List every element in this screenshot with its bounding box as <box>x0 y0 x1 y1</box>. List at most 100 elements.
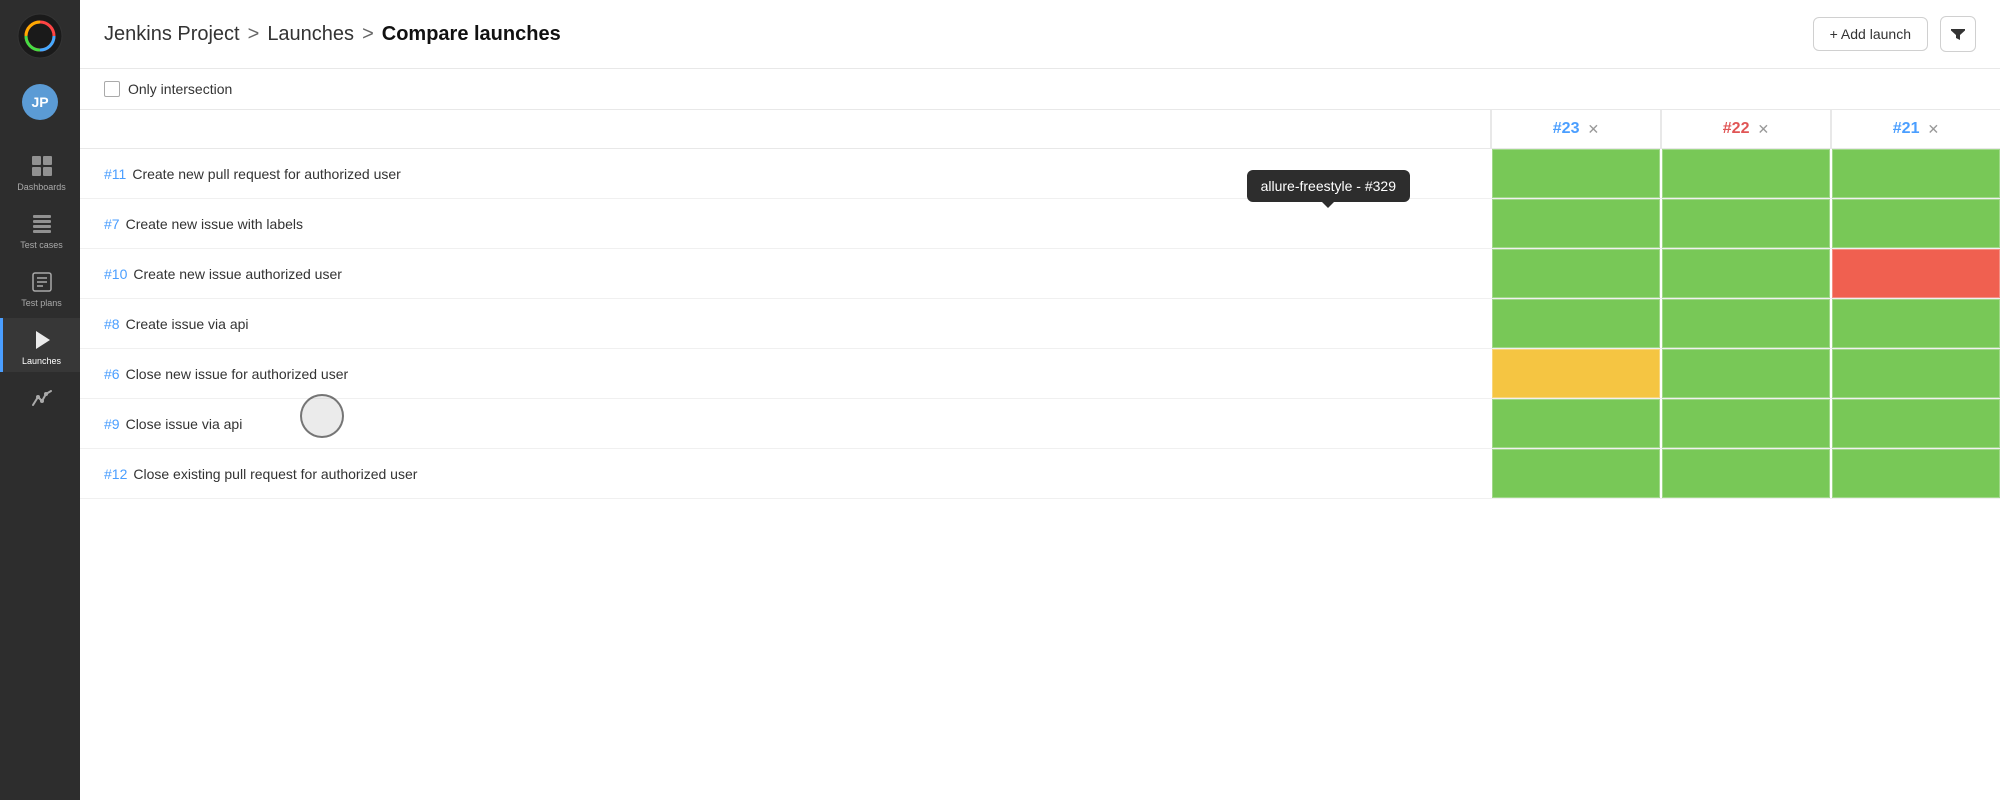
cell-11-21[interactable] <box>1830 149 2000 198</box>
header-actions: + Add launch <box>1813 16 1976 52</box>
test-name-11: Create new pull request for authorized u… <box>132 166 400 182</box>
breadcrumb: Jenkins Project > Launches > Compare lau… <box>104 23 561 46</box>
cell-9-23[interactable] <box>1490 399 1660 448</box>
launch-header-22: #22 ✕ allure-freestyle - #329 <box>1660 110 1830 148</box>
avatar[interactable]: JP <box>22 84 58 120</box>
test-id-11[interactable]: #11 <box>104 166 126 182</box>
row-left-3: #10 Create new issue authorized user <box>80 249 1490 298</box>
header-launches: #23 ✕ #22 ✕ allure-freestyle - #329 #21 … <box>1490 110 2000 148</box>
app-logo[interactable] <box>16 12 64 60</box>
row-left-5: #6 Close new issue for authorized user <box>80 349 1490 398</box>
test-name-10: Create new issue authorized user <box>133 266 342 282</box>
cell-10-21[interactable] <box>1830 249 2000 298</box>
compare-table: #23 ✕ #22 ✕ allure-freestyle - #329 #21 … <box>80 110 2000 800</box>
test-plans-icon <box>30 270 54 294</box>
cell-9-22[interactable] <box>1660 399 1830 448</box>
main-content: Jenkins Project > Launches > Compare lau… <box>80 0 2000 800</box>
row-right-6 <box>1490 399 2000 448</box>
launch-id-22[interactable]: #22 <box>1723 120 1750 138</box>
table-header: #23 ✕ #22 ✕ allure-freestyle - #329 #21 … <box>80 110 2000 149</box>
row-right-5 <box>1490 349 2000 398</box>
test-name-9: Close issue via api <box>126 416 243 432</box>
cell-8-23[interactable] <box>1490 299 1660 348</box>
breadcrumb-sep2: > <box>362 23 374 46</box>
cell-7-22[interactable] <box>1660 199 1830 248</box>
test-name-8: Create issue via api <box>126 316 249 332</box>
row-right-1 <box>1490 149 2000 198</box>
row-left-6: #9 Close issue via api <box>80 399 1490 448</box>
test-id-7[interactable]: #7 <box>104 216 120 232</box>
row-right-2 <box>1490 199 2000 248</box>
cell-10-22[interactable] <box>1660 249 1830 298</box>
close-launch-21[interactable]: ✕ <box>1927 121 1939 138</box>
test-id-8[interactable]: #8 <box>104 316 120 332</box>
sidebar-item-label: Test cases <box>20 240 63 250</box>
test-id-9[interactable]: #9 <box>104 416 120 432</box>
close-launch-22[interactable]: ✕ <box>1757 121 1769 138</box>
page-header: Jenkins Project > Launches > Compare lau… <box>80 0 2000 69</box>
analytics-icon <box>30 386 54 410</box>
table-row: #8 Create issue via api <box>80 299 2000 349</box>
row-left-4: #8 Create issue via api <box>80 299 1490 348</box>
only-intersection-checkbox[interactable] <box>104 81 120 97</box>
launch-header-23: #23 ✕ <box>1490 110 1660 148</box>
launch-id-21[interactable]: #21 <box>1893 120 1920 138</box>
only-intersection-text: Only intersection <box>128 81 232 97</box>
sidebar-item-label: Dashboards <box>17 182 66 192</box>
cell-12-23[interactable] <box>1490 449 1660 498</box>
row-right-4 <box>1490 299 2000 348</box>
add-launch-button[interactable]: + Add launch <box>1813 17 1928 51</box>
table-row: #11 Create new pull request for authoriz… <box>80 149 2000 199</box>
cell-6-22[interactable] <box>1660 349 1830 398</box>
test-id-10[interactable]: #10 <box>104 266 127 282</box>
only-intersection-label[interactable]: Only intersection <box>104 81 232 97</box>
sidebar-item-label: Test plans <box>21 298 62 308</box>
cell-7-21[interactable] <box>1830 199 2000 248</box>
cell-11-23[interactable] <box>1490 149 1660 198</box>
table-row: #6 Close new issue for authorized user <box>80 349 2000 399</box>
cell-6-21[interactable] <box>1830 349 2000 398</box>
close-launch-23[interactable]: ✕ <box>1587 121 1599 138</box>
test-id-6[interactable]: #6 <box>104 366 120 382</box>
sidebar-item-test-plans[interactable]: Test plans <box>0 260 80 314</box>
filter-button[interactable] <box>1940 16 1976 52</box>
row-right-3 <box>1490 249 2000 298</box>
filter-bar: Only intersection <box>80 69 2000 110</box>
sidebar: JP Dashboards <box>0 0 80 800</box>
test-cases-icon <box>30 212 54 236</box>
sidebar-nav: Dashboards Test cases <box>0 144 80 420</box>
row-right-7 <box>1490 449 2000 498</box>
table-row: #9 Close issue via api <box>80 399 2000 449</box>
dashboard-icon <box>30 154 54 178</box>
cell-7-23[interactable] <box>1490 199 1660 248</box>
test-id-12[interactable]: #12 <box>104 466 127 482</box>
cell-10-23[interactable] <box>1490 249 1660 298</box>
test-name-7: Create new issue with labels <box>126 216 303 232</box>
breadcrumb-sep1: > <box>248 23 260 46</box>
sidebar-item-launches[interactable]: Launches <box>0 318 80 372</box>
launch-header-21: #21 ✕ <box>1830 110 2000 148</box>
table-body: #11 Create new pull request for authoriz… <box>80 149 2000 800</box>
test-name-6: Close new issue for authorized user <box>126 366 349 382</box>
cell-12-21[interactable] <box>1830 449 2000 498</box>
cell-11-22[interactable] <box>1660 149 1830 198</box>
cell-9-21[interactable] <box>1830 399 2000 448</box>
sidebar-item-analytics[interactable] <box>0 376 80 420</box>
table-row: #7 Create new issue with labels <box>80 199 2000 249</box>
row-left-2: #7 Create new issue with labels <box>80 199 1490 248</box>
row-left-1: #11 Create new pull request for authoriz… <box>80 149 1490 198</box>
breadcrumb-project: Jenkins Project <box>104 23 240 46</box>
cell-6-23[interactable] <box>1490 349 1660 398</box>
row-left-7: #12 Close existing pull request for auth… <box>80 449 1490 498</box>
test-name-12: Close existing pull request for authoriz… <box>133 466 417 482</box>
breadcrumb-current: Compare launches <box>382 23 561 46</box>
launches-icon <box>30 328 54 352</box>
sidebar-item-test-cases[interactable]: Test cases <box>0 202 80 256</box>
launch-id-23[interactable]: #23 <box>1553 120 1580 138</box>
cell-12-22[interactable] <box>1660 449 1830 498</box>
cell-8-22[interactable] <box>1660 299 1830 348</box>
breadcrumb-launches: Launches <box>267 23 354 46</box>
cell-8-21[interactable] <box>1830 299 2000 348</box>
sidebar-item-label: Launches <box>22 356 61 366</box>
sidebar-item-dashboards[interactable]: Dashboards <box>0 144 80 198</box>
